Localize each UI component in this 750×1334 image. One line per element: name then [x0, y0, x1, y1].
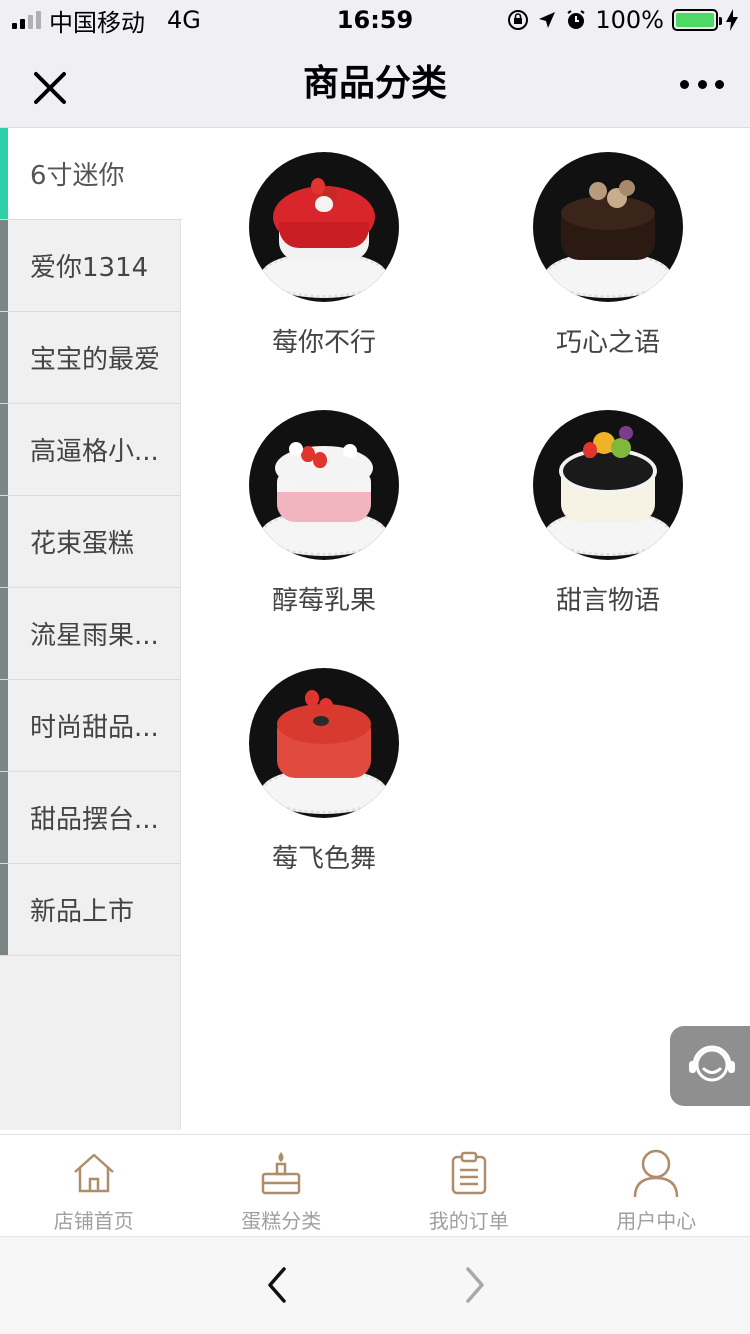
tab-my-orders[interactable]: 我的订单 [375, 1135, 563, 1236]
product-name: 莓你不行 [271, 328, 376, 358]
location-arrow-icon [539, 12, 556, 28]
tab-store-home[interactable]: 店铺首页 [0, 1135, 188, 1236]
product-image[interactable] [533, 410, 683, 560]
tab-label: 我的订单 [428, 1209, 509, 1233]
clipboard-icon [444, 1149, 494, 1197]
signal-strength-icon [12, 11, 41, 29]
product-card[interactable]: 醇莓乳果 [204, 410, 444, 617]
charging-bolt-icon [726, 9, 738, 31]
carrier-name: 中国移动 [49, 8, 145, 37]
category-item-dessert-table[interactable]: 甜品摆台... [0, 772, 180, 864]
category-item-baby-favorite[interactable]: 宝宝的最爱 [0, 312, 180, 404]
category-item-love-1314[interactable]: 爱你1314 [0, 220, 180, 312]
category-label: 花束蛋糕 [30, 529, 135, 559]
forward-arrow-icon[interactable] [454, 1265, 494, 1305]
category-label: 流星雨果... [30, 621, 159, 651]
network-type: 4G [167, 6, 201, 34]
product-card[interactable]: 莓你不行 [204, 152, 444, 359]
user-icon [631, 1149, 681, 1198]
cake-icon [256, 1149, 306, 1197]
battery-percent: 100% [595, 6, 664, 34]
product-image[interactable] [533, 152, 683, 302]
category-label: 时尚甜品... [30, 713, 159, 743]
bottom-tab-bar: 店铺首页 蛋糕分类 我的订单 用户中心 [0, 1134, 750, 1236]
tab-label: 用户中心 [616, 1209, 697, 1233]
category-sidebar: 6寸迷你 爱你1314 宝宝的最爱 高逼格小... 花束蛋糕 流星雨果... 时… [0, 128, 182, 1130]
status-time: 16:59 [336, 6, 414, 34]
product-image[interactable] [249, 668, 399, 818]
product-card[interactable]: 甜言物语 [488, 410, 728, 617]
tab-label: 蛋糕分类 [241, 1209, 322, 1233]
product-grid: 莓你不行 巧心之语 醇莓乳果 甜言物语 莓飞色舞 [181, 128, 750, 1130]
tab-label: 店铺首页 [53, 1209, 134, 1233]
category-label: 6寸迷你 [30, 161, 125, 191]
tab-cake-category[interactable]: 蛋糕分类 [188, 1135, 376, 1236]
product-name: 醇莓乳果 [271, 586, 376, 616]
product-card[interactable]: 莓飞色舞 [204, 668, 444, 875]
category-label: 爱你1314 [30, 253, 149, 283]
category-label: 甜品摆台... [30, 805, 159, 835]
back-arrow-icon[interactable] [258, 1265, 298, 1305]
alarm-icon [567, 10, 585, 29]
tab-user-center[interactable]: 用户中心 [563, 1135, 750, 1236]
category-item-new-arrivals[interactable]: 新品上市 [0, 864, 180, 956]
category-item-fashion-dessert[interactable]: 时尚甜品... [0, 680, 180, 772]
category-item-6inch-mini[interactable]: 6寸迷你 [0, 128, 182, 220]
navigation-bar: 商品分类 [0, 40, 750, 128]
headset-icon [689, 1045, 735, 1082]
product-name: 巧心之语 [555, 328, 660, 358]
category-label: 高逼格小... [30, 437, 159, 467]
product-image[interactable] [249, 410, 399, 560]
category-label: 宝宝的最爱 [30, 345, 161, 375]
product-image[interactable] [249, 152, 399, 302]
category-item-stylish-small[interactable]: 高逼格小... [0, 404, 180, 496]
customer-service-button[interactable] [670, 1026, 750, 1106]
rotation-lock-icon [508, 10, 529, 30]
battery-icon [672, 9, 722, 31]
page-title: 商品分类 [302, 63, 447, 104]
product-name: 莓飞色舞 [271, 844, 376, 874]
product-card[interactable]: 巧心之语 [488, 152, 728, 359]
product-name: 甜言物语 [555, 586, 660, 616]
category-label: 新品上市 [30, 897, 135, 927]
home-icon [69, 1149, 119, 1197]
status-bar: 中国移动 4G 16:59 100% [0, 0, 750, 40]
browser-toolbar [0, 1236, 750, 1334]
category-item-bouquet-cake[interactable]: 花束蛋糕 [0, 496, 180, 588]
category-item-meteor-fruit[interactable]: 流星雨果... [0, 588, 180, 680]
more-options-icon[interactable] [680, 70, 724, 98]
